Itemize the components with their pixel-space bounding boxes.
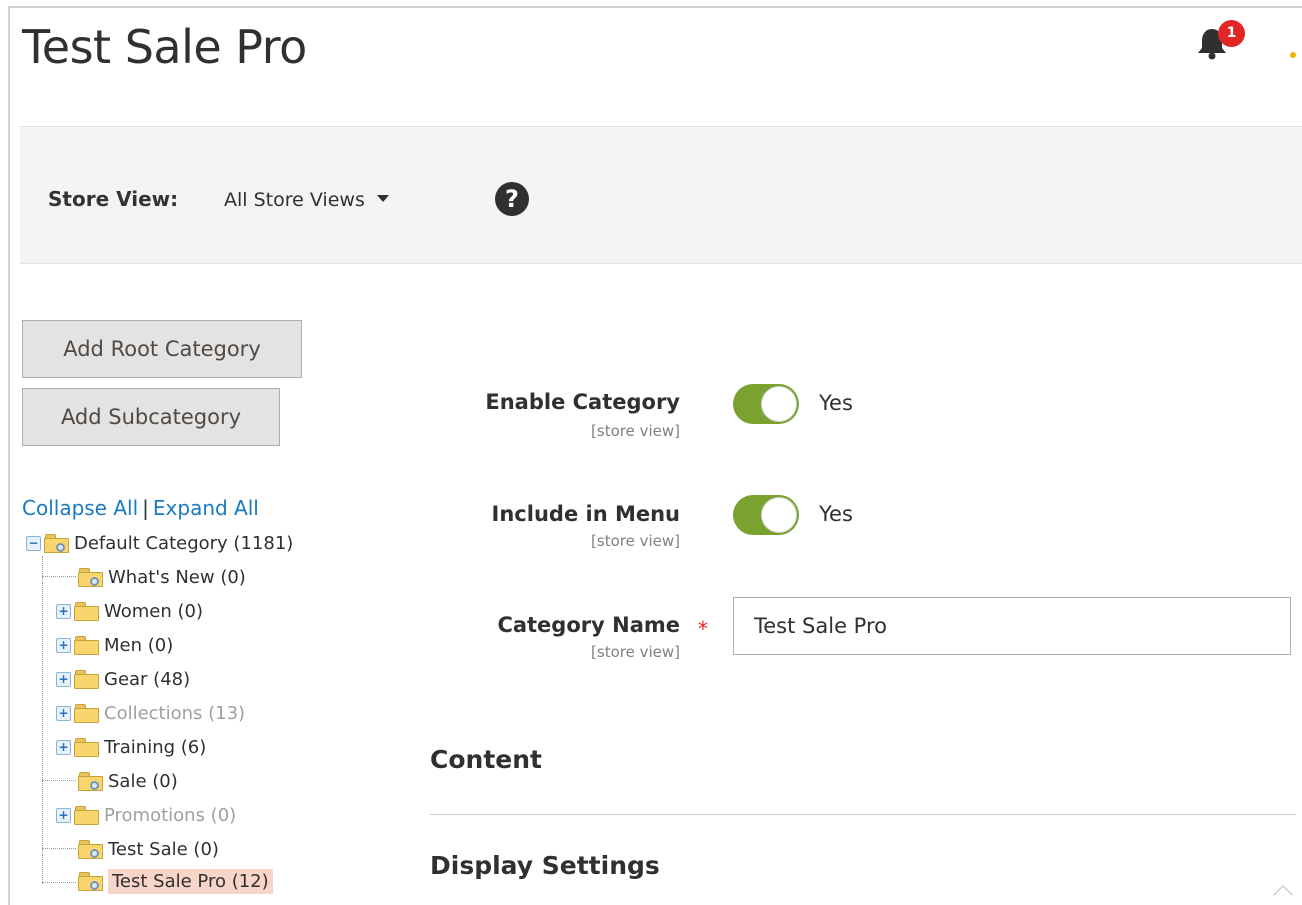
category-name-scope: [store view] xyxy=(591,643,680,661)
tree-guide-line xyxy=(42,576,76,577)
tree-controls-separator: | xyxy=(142,496,149,520)
section-divider xyxy=(430,814,1296,815)
include-in-menu-value: Yes xyxy=(819,502,853,526)
tree-node-training[interactable]: + Training (6) xyxy=(56,732,206,762)
add-subcategory-button[interactable]: Add Subcategory xyxy=(22,388,280,446)
expand-icon[interactable]: + xyxy=(56,705,71,721)
expand-icon[interactable]: + xyxy=(56,671,71,687)
tree-node-promotions[interactable]: + Promotions (0) xyxy=(56,800,236,830)
content-section-header[interactable]: Content xyxy=(430,745,542,774)
folder-icon xyxy=(44,533,70,553)
tree-node-men[interactable]: + Men (0) xyxy=(56,630,173,660)
store-view-bar xyxy=(20,126,1302,264)
collapse-all-link[interactable]: Collapse All xyxy=(22,496,138,520)
tree-node-sale[interactable]: Sale (0) xyxy=(78,766,178,796)
tree-node-label: Training (6) xyxy=(104,736,207,758)
tree-node-label: Default Category (1181) xyxy=(74,532,294,554)
folder-icon xyxy=(78,567,104,587)
tree-node-label: Men (0) xyxy=(104,634,174,656)
toggle-knob xyxy=(761,497,797,533)
enable-category-label: Enable Category xyxy=(485,390,680,414)
tree-node-test-sale[interactable]: Test Sale (0) xyxy=(78,834,219,864)
store-view-label: Store View: xyxy=(48,187,179,211)
folder-icon xyxy=(74,737,100,757)
folder-icon xyxy=(74,601,100,621)
tree-node-default-category[interactable]: − Default Category (1181) xyxy=(26,528,293,558)
notification-count-badge[interactable]: 1 xyxy=(1218,20,1245,47)
folder-icon xyxy=(74,703,100,723)
tree-node-label: What's New (0) xyxy=(108,566,246,588)
tree-node-label: Sale (0) xyxy=(108,770,178,792)
required-asterisk: * xyxy=(698,617,708,641)
store-view-selected: All Store Views xyxy=(224,189,365,211)
include-in-menu-label: Include in Menu xyxy=(491,502,680,526)
include-in-menu-scope: [store view] xyxy=(591,532,680,550)
caret-down-icon xyxy=(376,195,389,202)
expand-icon[interactable]: + xyxy=(56,739,71,755)
tree-node-label: Test Sale (0) xyxy=(108,838,219,860)
tree-node-gear[interactable]: + Gear (48) xyxy=(56,664,190,694)
tree-node-label: Women (0) xyxy=(104,600,203,622)
tree-node-women[interactable]: + Women (0) xyxy=(56,596,203,626)
folder-icon xyxy=(78,839,104,859)
enable-category-scope: [store view] xyxy=(591,422,680,440)
toggle-knob xyxy=(761,386,797,422)
tree-node-test-sale-pro[interactable]: Test Sale Pro (12) xyxy=(78,866,273,896)
expand-icon[interactable]: + xyxy=(56,637,71,653)
folder-icon xyxy=(74,669,100,689)
category-name-input[interactable] xyxy=(733,597,1291,655)
tree-node-label: Gear (48) xyxy=(104,668,191,690)
expand-icon[interactable]: + xyxy=(56,603,71,619)
folder-icon xyxy=(78,871,104,891)
tree-node-label: Collections (13) xyxy=(104,702,246,724)
tree-node-whats-new[interactable]: What's New (0) xyxy=(78,562,246,592)
collapse-icon[interactable]: − xyxy=(26,535,41,551)
tree-node-label-selected: Test Sale Pro (12) xyxy=(108,868,273,894)
tree-guide-line xyxy=(42,780,76,781)
tree-controls: Collapse All | Expand All xyxy=(22,496,259,520)
folder-icon xyxy=(74,635,100,655)
enable-category-toggle[interactable] xyxy=(733,384,799,424)
tree-guide-line xyxy=(42,848,76,849)
tree-guide-line xyxy=(42,882,76,883)
folder-icon xyxy=(78,771,104,791)
category-name-label: Category Name xyxy=(497,613,680,637)
display-settings-section-header[interactable]: Display Settings xyxy=(430,851,660,880)
page-title: Test Sale Pro xyxy=(22,20,307,74)
tree-node-collections[interactable]: + Collections (13) xyxy=(56,698,245,728)
expand-all-link[interactable]: Expand All xyxy=(153,496,259,520)
help-icon[interactable]: ? xyxy=(495,182,529,216)
include-in-menu-toggle[interactable] xyxy=(733,495,799,535)
add-root-category-button[interactable]: Add Root Category xyxy=(22,320,302,378)
expand-icon[interactable]: + xyxy=(56,807,71,823)
folder-icon xyxy=(74,805,100,825)
enable-category-value: Yes xyxy=(819,391,853,415)
account-menu-indicator[interactable] xyxy=(1290,52,1296,58)
store-view-dropdown[interactable]: All Store Views xyxy=(224,189,389,211)
tree-node-label: Promotions (0) xyxy=(104,804,237,826)
tree-guide-line xyxy=(42,556,43,884)
